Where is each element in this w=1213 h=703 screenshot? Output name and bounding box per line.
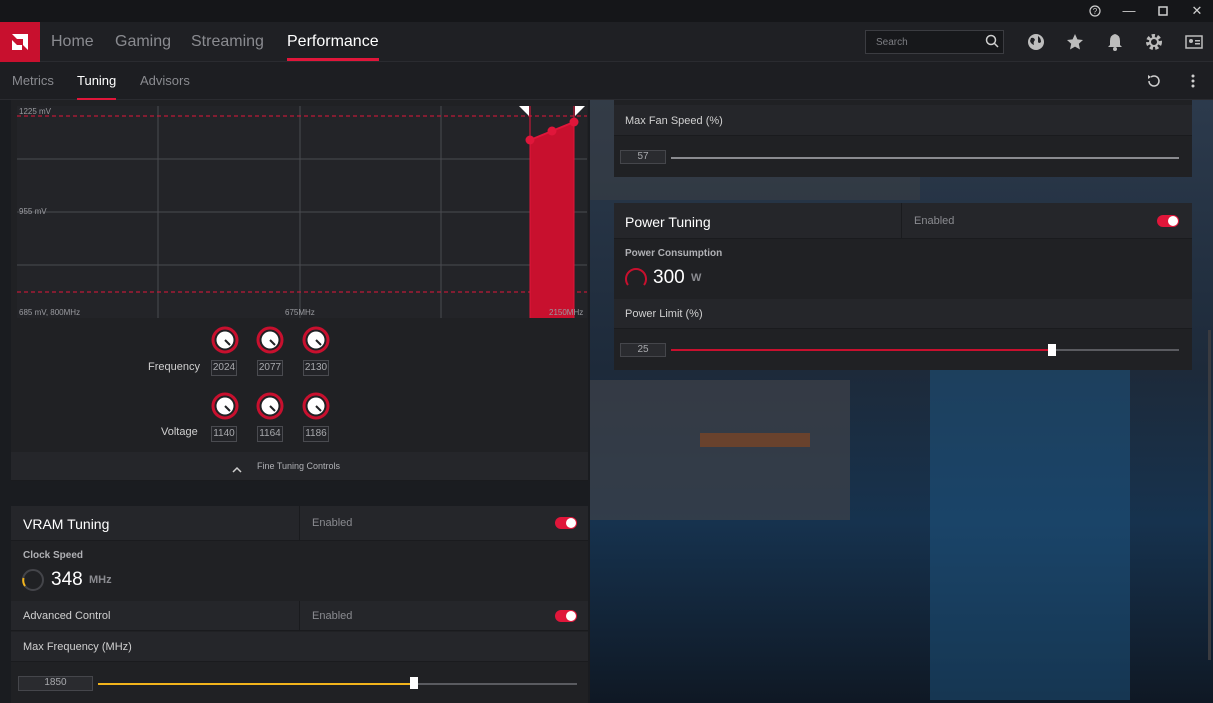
fine-tuning-controls-toggle[interactable]: Fine Tuning Controls: [11, 452, 588, 481]
voltage-value-1[interactable]: 1140: [211, 426, 237, 442]
advanced-control-toggle[interactable]: [555, 610, 577, 622]
power-title: Power Tuning: [625, 214, 711, 230]
voltage-frequency-curve[interactable]: 1225 mV 955 mV 685 mV, 800MHz 675MHz 215…: [17, 106, 587, 318]
voltage-value-3[interactable]: 1186: [303, 426, 329, 442]
curve-x-mid-label: 675MHz: [285, 308, 315, 317]
chevron-up-icon: [232, 461, 242, 479]
frequency-knob-1[interactable]: [211, 326, 239, 354]
power-header-row: Power Tuning Enabled: [614, 203, 1192, 239]
max-fan-speed-row: Max Fan Speed (%): [614, 105, 1192, 136]
power-consumption-value: 300: [653, 267, 685, 288]
frequency-knob-3[interactable]: [302, 326, 330, 354]
vram-status: Enabled: [312, 517, 353, 529]
voltage-knob-3[interactable]: [302, 392, 330, 420]
curve-y-mid-label: 955 mV: [19, 207, 47, 216]
clock-speed-value: 348: [51, 569, 83, 590]
desktop-wallpaper: [590, 100, 1213, 703]
close-button[interactable]: ✕: [1180, 0, 1213, 22]
power-toggle[interactable]: [1157, 215, 1179, 227]
advanced-control-label: Advanced Control: [23, 610, 111, 622]
maximize-button[interactable]: [1146, 0, 1180, 22]
profile-card-icon[interactable]: [1184, 32, 1204, 52]
clock-speed-unit: MHz: [89, 574, 112, 586]
vram-header-row: VRAM Tuning Enabled: [11, 506, 588, 541]
curve-x-right-label: 2150MHz: [549, 308, 584, 317]
max-fan-speed-label: Max Fan Speed (%): [625, 115, 723, 127]
max-frequency-label: Max Frequency (MHz): [23, 641, 132, 653]
globe-icon[interactable]: [1026, 32, 1046, 52]
nav-tab-streaming[interactable]: Streaming: [191, 22, 264, 62]
fine-tuning-label: Fine Tuning Controls: [257, 461, 341, 471]
frequency-label: Frequency: [148, 361, 200, 373]
max-frequency-slider-fill: [98, 683, 415, 685]
voltage-knob-2[interactable]: [256, 392, 284, 420]
max-frequency-slider-thumb[interactable]: [410, 677, 419, 689]
minimize-button[interactable]: —: [1112, 0, 1146, 22]
scrollbar[interactable]: [1208, 330, 1211, 660]
nav-tab-performance[interactable]: Performance: [287, 22, 379, 62]
frequency-value-1[interactable]: 2024: [211, 360, 237, 376]
power-gauge-icon: [623, 265, 649, 296]
power-consumption-label: Power Consumption: [625, 248, 723, 259]
power-limit-value[interactable]: 25: [620, 343, 666, 357]
title-bar: ? — ✕: [0, 0, 1213, 22]
star-icon[interactable]: [1065, 32, 1085, 52]
frequency-value-3[interactable]: 2130: [303, 360, 329, 376]
search-icon[interactable]: [985, 34, 999, 53]
frequency-value-2[interactable]: 2077: [257, 360, 283, 376]
vram-toggle[interactable]: [555, 517, 577, 529]
power-consumption-unit: W: [691, 272, 702, 284]
advanced-control-row: Advanced Control Enabled: [11, 601, 588, 631]
more-options-icon[interactable]: [1184, 72, 1202, 90]
svg-text:?: ?: [1093, 7, 1098, 16]
subtab-metrics[interactable]: Metrics: [12, 62, 54, 100]
amd-logo[interactable]: [0, 22, 40, 62]
voltage-value-2[interactable]: 1164: [257, 426, 283, 442]
curve-y-top-label: 1225 mV: [19, 107, 52, 116]
max-fan-speed-slider-track[interactable]: [671, 157, 1179, 159]
power-status: Enabled: [914, 215, 955, 227]
subtab-tuning[interactable]: Tuning: [77, 62, 117, 100]
nav-tab-home[interactable]: Home: [51, 22, 94, 62]
max-frequency-row: Max Frequency (MHz): [11, 632, 588, 662]
power-limit-row: Power Limit (%): [614, 299, 1192, 329]
search-box[interactable]: [865, 30, 1004, 54]
reset-icon[interactable]: [1145, 72, 1163, 90]
max-frequency-value[interactable]: 1850: [18, 676, 93, 691]
curve-x-left-label: 685 mV, 800MHz: [19, 308, 81, 317]
help-icon[interactable]: ?: [1078, 0, 1112, 22]
subtab-advisors[interactable]: Advisors: [140, 62, 190, 100]
frequency-knob-2[interactable]: [256, 326, 284, 354]
sub-navigation: Metrics Tuning Advisors: [0, 62, 1213, 100]
curve-svg: [17, 106, 587, 318]
nav-tab-gaming[interactable]: Gaming: [115, 22, 171, 62]
power-limit-label: Power Limit (%): [625, 308, 703, 320]
max-fan-speed-value[interactable]: 57: [620, 150, 666, 164]
search-input[interactable]: [866, 31, 981, 53]
top-navigation: Home Gaming Streaming Performance: [0, 22, 1213, 62]
bell-icon[interactable]: [1105, 32, 1125, 52]
vram-title: VRAM Tuning: [23, 516, 110, 532]
clock-gauge-icon: [21, 568, 45, 597]
gear-icon[interactable]: [1144, 32, 1164, 52]
power-limit-slider-fill: [671, 349, 1052, 351]
voltage-label: Voltage: [161, 426, 198, 438]
power-limit-slider-thumb[interactable]: [1048, 344, 1056, 356]
advanced-control-status: Enabled: [312, 610, 353, 622]
clock-speed-label: Clock Speed: [23, 550, 84, 561]
voltage-knob-1[interactable]: [211, 392, 239, 420]
